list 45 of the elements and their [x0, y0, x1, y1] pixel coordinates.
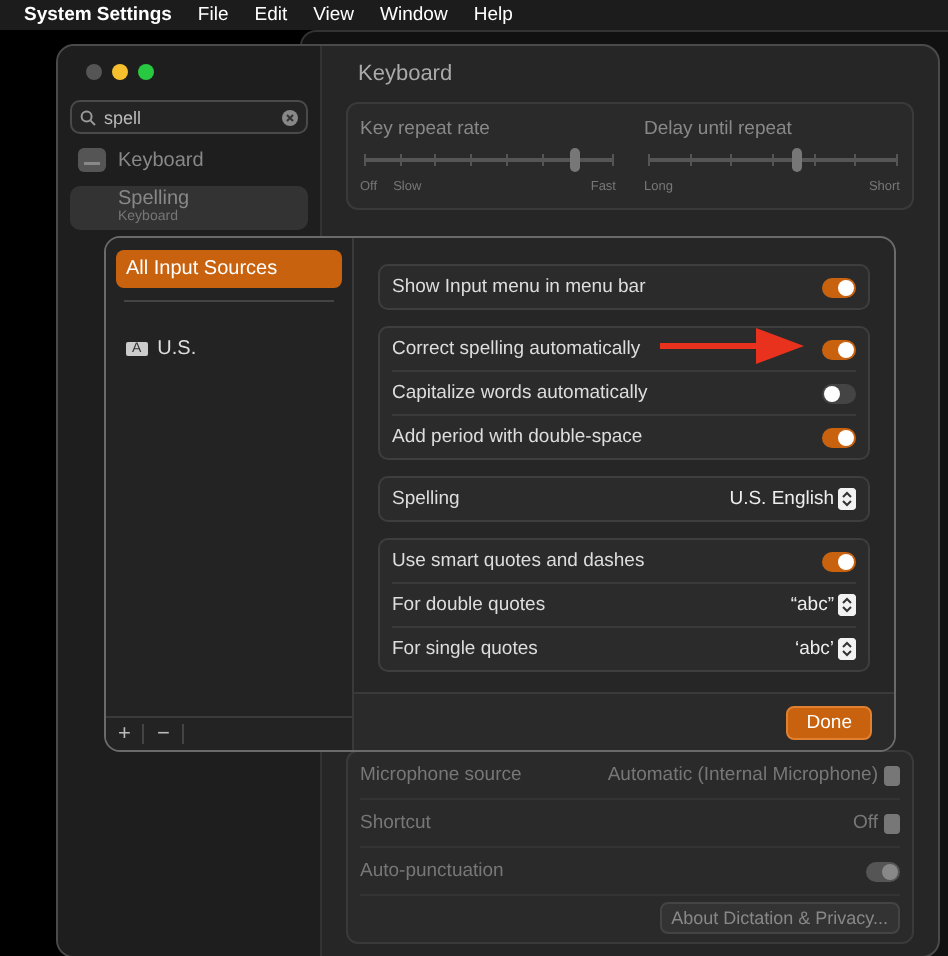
popup-value[interactable]: U.S. English [729, 488, 834, 510]
app-menu[interactable]: System Settings [24, 4, 172, 26]
toggle-switch[interactable] [866, 861, 900, 881]
search-input[interactable]: spell [104, 107, 274, 127]
row-label: Shortcut [360, 812, 431, 834]
row-label: Spelling [392, 488, 460, 510]
row-label: Capitalize words automatically [392, 382, 648, 404]
row-label: Use smart quotes and dashes [392, 550, 645, 572]
slider-thumb[interactable] [792, 148, 803, 172]
row-label: For double quotes [392, 594, 546, 616]
toggle-switch[interactable] [822, 427, 856, 447]
toggle-switch[interactable] [822, 383, 856, 403]
pane-title: Keyboard [356, 62, 455, 86]
list-button[interactable]: + [106, 724, 145, 744]
source-item[interactable]: All Input Sources [116, 250, 342, 288]
popup-value[interactable]: ‘abc’ [794, 638, 834, 660]
menu-item[interactable]: File [197, 4, 229, 26]
list-button[interactable]: − [144, 724, 184, 744]
search-field[interactable]: spell [70, 100, 308, 134]
toggle-switch[interactable] [822, 339, 856, 359]
row-label: For single quotes [392, 638, 538, 660]
clear-icon[interactable] [282, 109, 298, 125]
popup-value[interactable]: “abc” [790, 594, 834, 616]
row-label: Correct spelling automatically [392, 338, 641, 360]
arrow-drawing [660, 328, 804, 364]
row-label: Auto-punctuation [360, 860, 504, 882]
slider-thumb[interactable] [570, 148, 581, 172]
menu-item[interactable]: View [313, 4, 355, 26]
row-label: Microphone source [360, 764, 522, 786]
zoom-button[interactable] [138, 64, 154, 80]
menu-item[interactable]: Window [380, 4, 448, 26]
done-button[interactable]: Done [786, 705, 872, 739]
menu-item[interactable]: Edit [254, 4, 288, 26]
row-label: Add period with double-space [392, 426, 643, 448]
row-label: Show Input menu in menu bar [392, 276, 646, 298]
menu-item[interactable]: Help [473, 4, 513, 26]
minimize-button[interactable] [112, 64, 128, 80]
slider-label: Delay until repeat [644, 118, 794, 140]
keyboard-icon [78, 148, 106, 172]
about-button[interactable]: About Dictation & Privacy... [659, 902, 900, 934]
toggle-switch[interactable] [822, 551, 856, 571]
slider-label: Key repeat rate [360, 118, 492, 140]
search-icon [80, 109, 96, 125]
toggle-switch[interactable] [822, 277, 856, 297]
sidebar-item[interactable]: Keyboard [70, 142, 308, 178]
